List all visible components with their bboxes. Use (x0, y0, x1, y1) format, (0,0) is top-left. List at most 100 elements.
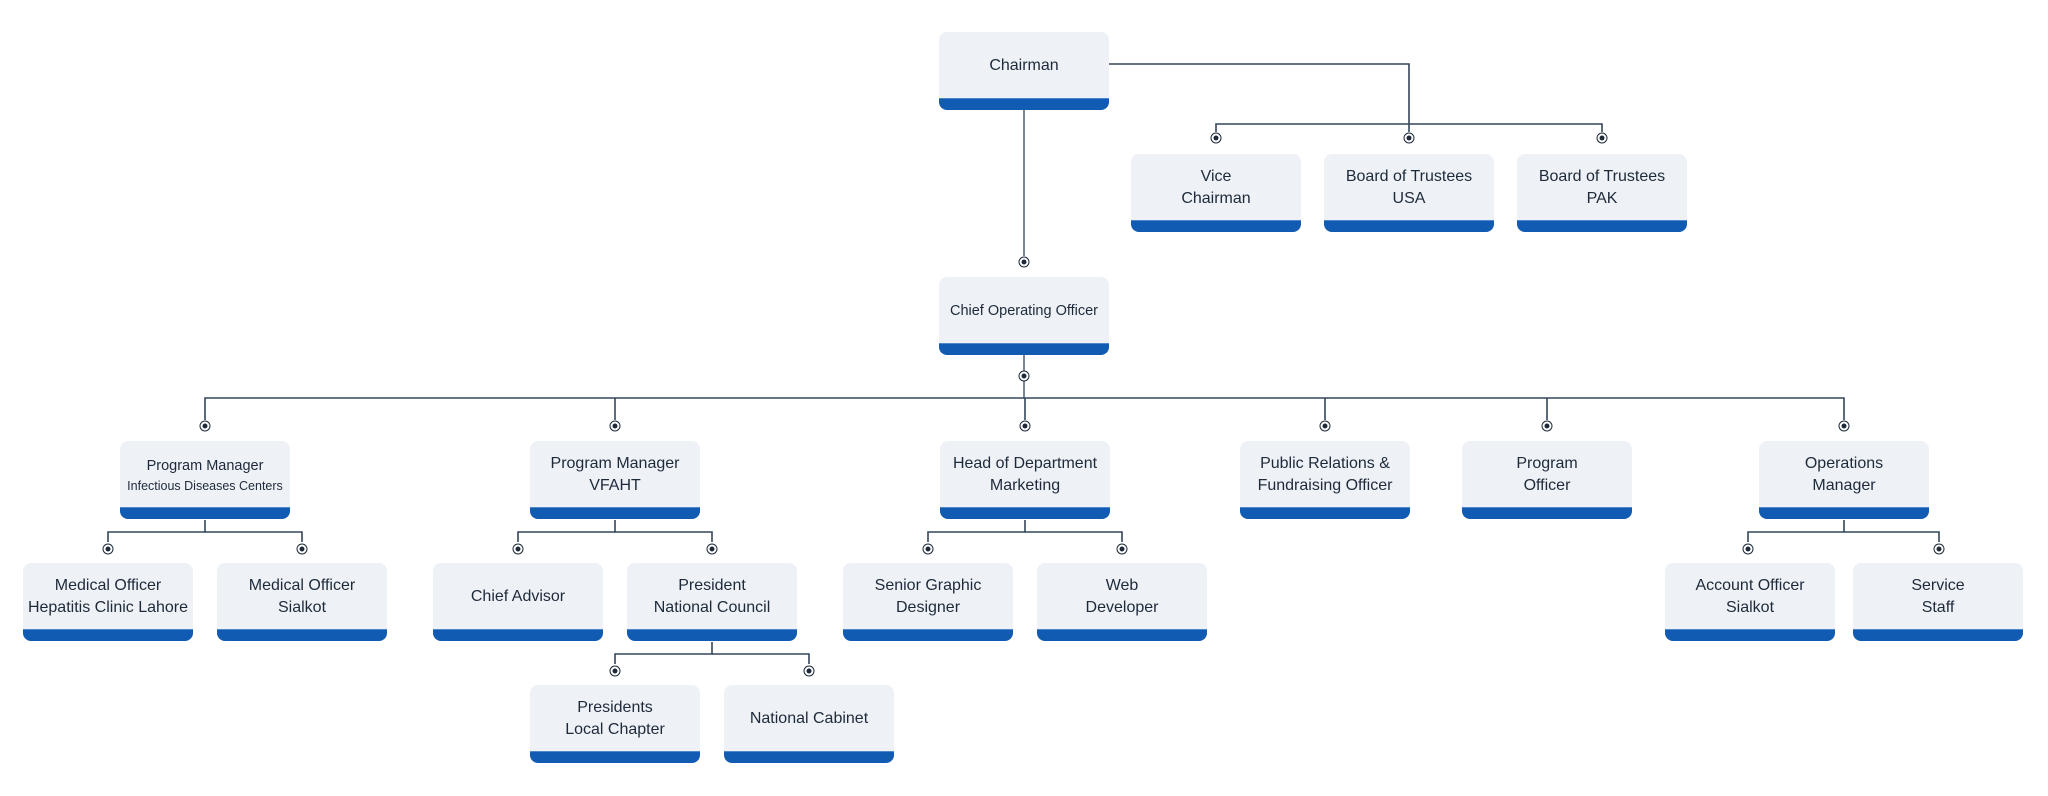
node-accent-bar (217, 629, 387, 641)
node-accent-bar (1665, 629, 1835, 641)
connector-dot-icon (1742, 543, 1754, 555)
node-ops-manager[interactable]: Operations Manager (1759, 441, 1929, 519)
node-senior-designer[interactable]: Senior Graphic Designer (843, 563, 1013, 641)
connector-dot-icon (1210, 132, 1222, 144)
node-pm-idc[interactable]: Program Manager Infectious Diseases Cente… (120, 441, 290, 519)
node-title: Web (1105, 577, 1139, 594)
node-accent-bar (1240, 507, 1410, 519)
node-title: Program Manager (550, 455, 680, 472)
node-accent-bar (1131, 220, 1301, 232)
node-title: President (678, 577, 746, 594)
connector-dot-icon (1838, 420, 1850, 432)
connector-pm-vfaht-children (517, 520, 616, 542)
node-vice-chairman[interactable]: Vice Chairman (1131, 154, 1301, 232)
node-title: Board of Trustees (1345, 168, 1473, 185)
connector-dot-icon (1596, 132, 1608, 144)
node-accent-bar (1853, 629, 2023, 641)
node-web-developer[interactable]: Web Developer (1037, 563, 1207, 641)
node-title: Program (1516, 455, 1578, 472)
node-accent-bar (23, 629, 193, 641)
node-accent-bar (1517, 220, 1687, 232)
connector-dot-icon (1116, 543, 1128, 555)
connector-dot-icon (296, 543, 308, 555)
node-account-officer[interactable]: Account Officer Sialkot (1665, 563, 1835, 641)
node-subtitle: Developer (1085, 599, 1159, 616)
node-coo[interactable]: Chief Operating Officer (939, 277, 1109, 355)
node-title: Program Manager (146, 458, 264, 474)
node-service-staff[interactable]: Service Staff (1853, 563, 2023, 641)
node-subtitle: National Council (653, 599, 771, 616)
node-pr-officer[interactable]: Public Relations & Fundraising Officer (1240, 441, 1410, 519)
node-accent-bar (627, 629, 797, 641)
node-title: Account Officer (1695, 577, 1805, 594)
node-subtitle: Staff (1921, 599, 1955, 616)
connector-dot-icon (706, 543, 718, 555)
connector-dot-icon (1933, 543, 1945, 555)
node-title: Vice (1200, 168, 1232, 185)
node-subtitle: VFAHT (589, 477, 641, 494)
connector-dot-icon (1403, 132, 1415, 144)
node-accent-bar (1324, 220, 1494, 232)
connector-dot-icon (1019, 420, 1031, 432)
connector-dot-icon (102, 543, 114, 555)
node-subtitle: Sialkot (1725, 599, 1775, 616)
node-subtitle: Designer (895, 599, 961, 616)
node-trustees-usa[interactable]: Board of Trustees USA (1324, 154, 1494, 232)
node-title: Chief Operating Officer (949, 303, 1099, 319)
node-title: Operations (1804, 455, 1884, 472)
node-chief-advisor[interactable]: Chief Advisor (433, 563, 603, 641)
node-accent-bar (1037, 629, 1207, 641)
connector-dot-icon (609, 665, 621, 677)
node-subtitle: Local Chapter (565, 721, 665, 738)
node-accent-bar (939, 343, 1109, 355)
connector-hod-children (927, 520, 1026, 542)
node-mo-lahore[interactable]: Medical Officer Hepatitis Clinic Lahore (23, 563, 193, 641)
node-hod-marketing[interactable]: Head of Department Marketing (940, 441, 1110, 519)
node-subtitle: Officer (1523, 477, 1571, 494)
connector-dot-icon (609, 420, 621, 432)
node-presidents-lc[interactable]: Presidents Local Chapter (530, 685, 700, 763)
connector-dot-icon (803, 665, 815, 677)
connector-pm-idc-children (107, 520, 206, 542)
connector-lines (107, 63, 1940, 664)
connector-president-children (614, 642, 713, 664)
connector-dot-icon (512, 543, 524, 555)
node-title: National Cabinet (749, 710, 869, 727)
node-accent-bar (939, 98, 1109, 110)
node-title: Public Relations & (1260, 455, 1390, 472)
node-subtitle: Manager (1812, 477, 1876, 494)
node-national-cabinet[interactable]: National Cabinet (724, 685, 894, 763)
connector-dot-icon (1319, 420, 1331, 432)
connector-dot-icon (1541, 420, 1553, 432)
node-title: Chairman (989, 57, 1059, 74)
node-subtitle: Chairman (1181, 190, 1251, 207)
node-program-officer[interactable]: Program Officer (1462, 441, 1632, 519)
node-title: Medical Officer (54, 577, 162, 594)
node-pm-vfaht[interactable]: Program Manager VFAHT (530, 441, 700, 519)
node-subtitle: Marketing (989, 477, 1061, 494)
node-chairman[interactable]: Chairman (939, 32, 1109, 110)
connector-dot-icon (1018, 256, 1030, 268)
node-title: Medical Officer (248, 577, 356, 594)
connector-chairman-board (1109, 63, 1410, 132)
node-accent-bar (1759, 507, 1929, 519)
connector-dot-icon (1018, 370, 1030, 382)
node-subtitle: Hepatitis Clinic Lahore (27, 599, 189, 616)
node-president-nc[interactable]: President National Council (627, 563, 797, 641)
node-subtitle: Infectious Diseases Centers (127, 479, 283, 493)
connector-ops-children (1747, 520, 1845, 542)
node-trustees-pak[interactable]: Board of Trustees PAK (1517, 154, 1687, 232)
node-mo-sialkot[interactable]: Medical Officer Sialkot (217, 563, 387, 641)
node-accent-bar (843, 629, 1013, 641)
connector-dot-icon (199, 420, 211, 432)
node-subtitle: USA (1392, 190, 1426, 207)
node-title: Chief Advisor (470, 588, 566, 605)
connector-dot-icon (922, 543, 934, 555)
node-title: Service (1911, 577, 1965, 594)
node-subtitle: Fundraising Officer (1257, 477, 1393, 494)
node-accent-bar (530, 507, 700, 519)
node-subtitle: PAK (1586, 190, 1618, 207)
node-subtitle: Sialkot (277, 599, 327, 616)
node-accent-bar (530, 751, 700, 763)
node-accent-bar (724, 751, 894, 763)
